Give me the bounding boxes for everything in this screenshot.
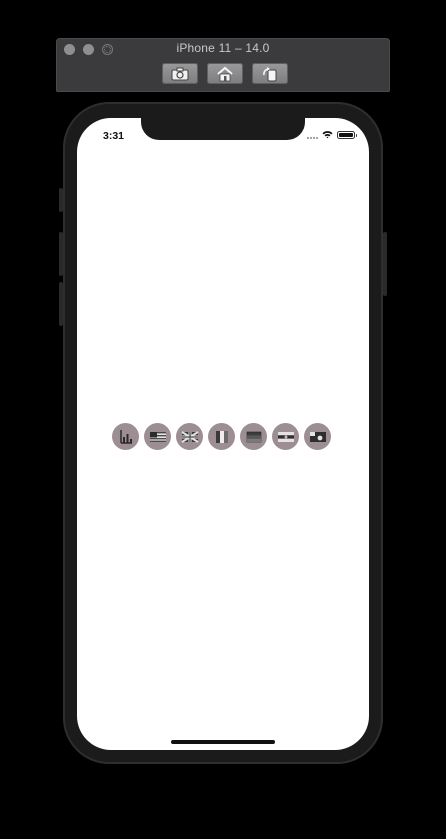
status-icons xyxy=(307,130,357,139)
flag-usa-icon[interactable] xyxy=(144,423,171,450)
camera-icon xyxy=(171,67,189,80)
flag-japan-icon[interactable] xyxy=(304,423,331,450)
home-indicator[interactable] xyxy=(171,740,275,744)
power-button xyxy=(383,232,387,296)
home-button[interactable] xyxy=(207,63,243,84)
battery-icon xyxy=(337,130,357,139)
device-screen: 3:31 xyxy=(77,118,369,750)
flag-uk-icon[interactable] xyxy=(176,423,203,450)
home-icon xyxy=(217,66,233,81)
flag-germany-icon[interactable] xyxy=(240,423,267,450)
wifi-icon xyxy=(322,130,333,139)
flag-italy-icon[interactable] xyxy=(208,423,235,450)
rotate-button[interactable] xyxy=(252,63,288,84)
rotate-icon xyxy=(263,66,277,81)
bar-chart-icon[interactable] xyxy=(112,423,139,450)
status-time: 3:31 xyxy=(103,130,125,142)
simulator-stage: iPhone 11 – 14.0 3:31 xyxy=(0,0,446,839)
notch xyxy=(141,118,305,140)
simulator-window-toolbar: iPhone 11 – 14.0 xyxy=(56,38,390,92)
flag-icon-row xyxy=(112,423,331,450)
screenshot-button[interactable] xyxy=(162,63,198,84)
simulator-title: iPhone 11 – 14.0 xyxy=(176,41,270,55)
flag-argentina-icon[interactable] xyxy=(272,423,299,450)
cellular-signal-icon xyxy=(307,131,318,139)
